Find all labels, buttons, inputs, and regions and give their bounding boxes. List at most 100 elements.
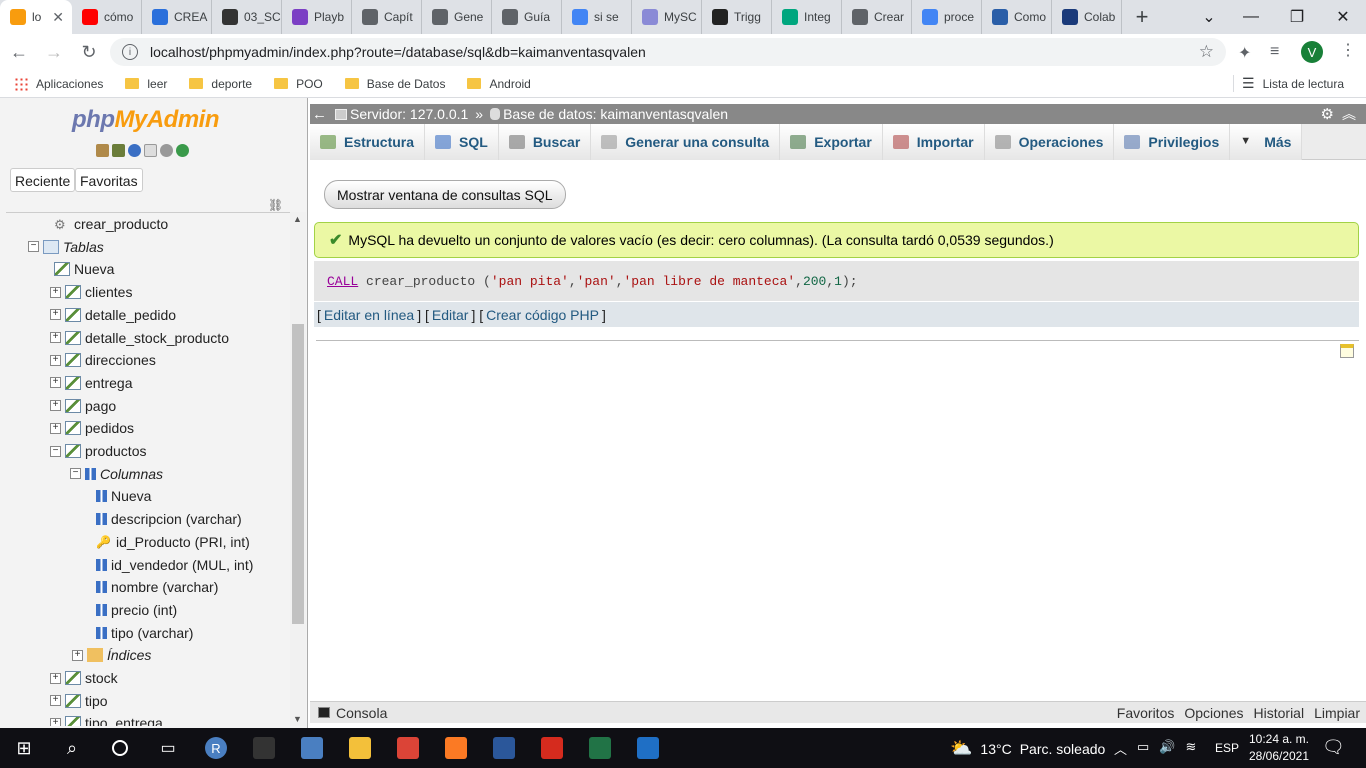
- settings-gear-icon[interactable]: ⚙: [1321, 105, 1334, 123]
- expand-icon[interactable]: +: [50, 354, 61, 366]
- reading-list[interactable]: ☰ Lista de lectura: [1233, 75, 1344, 92]
- tree-item[interactable]: + Índices: [72, 645, 151, 665]
- expand-icon[interactable]: +: [50, 422, 61, 434]
- browser-tab[interactable]: lo ✕: [0, 0, 72, 34]
- browser-tab[interactable]: Integ: [772, 0, 842, 34]
- system-tray[interactable]: ︿ ▭ 🔊 ≋: [1114, 739, 1196, 758]
- tree-item[interactable]: Nueva: [96, 486, 151, 506]
- edit-inline-link[interactable]: Editar en línea: [324, 307, 414, 323]
- browser-tab[interactable]: proce: [912, 0, 982, 34]
- tree-item[interactable]: + tipo_entrega: [50, 713, 163, 726]
- tree-item[interactable]: precio (int): [96, 600, 177, 620]
- expand-icon[interactable]: +: [50, 377, 61, 389]
- settings-icon[interactable]: [160, 144, 173, 157]
- language-indicator[interactable]: ESP: [1215, 741, 1239, 755]
- tree-item[interactable]: + pago: [50, 396, 116, 416]
- tree-item[interactable]: − Tablas: [28, 237, 104, 257]
- taskbar-app-excel-icon[interactable]: [576, 728, 624, 768]
- task-view-icon[interactable]: ▭: [144, 728, 192, 768]
- tree-item[interactable]: + stock: [50, 668, 118, 688]
- browser-tab[interactable]: Capít: [352, 0, 422, 34]
- tree-item[interactable]: + pedidos: [50, 418, 134, 438]
- home-icon[interactable]: [96, 144, 109, 157]
- browser-tab[interactable]: Trigg: [702, 0, 772, 34]
- help-icon[interactable]: [128, 144, 141, 157]
- expand-icon[interactable]: +: [50, 286, 61, 298]
- console-label[interactable]: Consola: [336, 705, 387, 721]
- start-icon[interactable]: ⊞: [0, 728, 48, 768]
- browser-tab[interactable]: MySC: [632, 0, 702, 34]
- link-icon[interactable]: ⛓: [268, 198, 283, 212]
- site-info-icon[interactable]: i: [122, 44, 138, 60]
- taskbar-app-r-icon[interactable]: R: [192, 728, 240, 768]
- browser-tab[interactable]: Guía: [492, 0, 562, 34]
- wifi-icon[interactable]: ≋: [1186, 739, 1197, 758]
- bookmark-leer[interactable]: leer: [125, 77, 167, 91]
- bookmark-base-de-datos[interactable]: Base de Datos: [344, 77, 445, 91]
- menu-icon[interactable]: ⋮: [1340, 40, 1356, 60]
- tree-item[interactable]: 🔑 id_Producto (PRI, int): [96, 532, 250, 552]
- browser-tab[interactable]: Playb: [282, 0, 352, 34]
- console-bar[interactable]: Consola Favoritos Opciones Historial Lim…: [310, 701, 1366, 723]
- taskbar-app-word-icon[interactable]: [480, 728, 528, 768]
- console-clear[interactable]: Limpiar: [1314, 705, 1360, 721]
- cortana-icon[interactable]: [96, 728, 144, 768]
- taskbar-app-acrobat-icon[interactable]: [528, 728, 576, 768]
- browser-tab[interactable]: cómo: [72, 0, 142, 34]
- reload-icon[interactable]: ↻: [73, 36, 105, 68]
- console-history[interactable]: Historial: [1254, 705, 1305, 721]
- tab-exportar[interactable]: Exportar: [780, 124, 883, 160]
- taskbar-app-vs-icon[interactable]: [624, 728, 672, 768]
- tree-item[interactable]: + entrega: [50, 373, 132, 393]
- collapse-icon[interactable]: −: [70, 468, 81, 480]
- search-icon[interactable]: ⌕: [48, 728, 96, 768]
- chevron-up-icon[interactable]: ︿: [1114, 739, 1127, 758]
- tree-item[interactable]: Nueva: [54, 259, 114, 279]
- media-icon[interactable]: ≡: [1270, 43, 1279, 61]
- close-window-icon[interactable]: ✕: [1320, 0, 1366, 34]
- console-favorites[interactable]: Favoritos: [1117, 705, 1175, 721]
- tree-item[interactable]: descripcion (varchar): [96, 509, 242, 529]
- tree-item[interactable]: + direcciones: [50, 350, 156, 370]
- refresh-icon[interactable]: [176, 144, 189, 157]
- maximize-icon[interactable]: ❐: [1274, 0, 1320, 34]
- tab-importar[interactable]: Importar: [882, 124, 985, 160]
- tree-item[interactable]: ⚙ crear_producto: [54, 214, 168, 234]
- collapse-up-icon[interactable]: ︽: [1342, 104, 1356, 124]
- tree-item[interactable]: tipo (varchar): [96, 623, 193, 643]
- url-input[interactable]: i localhost/phpmyadmin/index.php?route=/…: [110, 38, 1226, 66]
- docs-icon[interactable]: [144, 144, 157, 157]
- breadcrumb-database[interactable]: Base de datos: kaimanventasqvalen: [503, 106, 728, 122]
- collapse-arrow-icon[interactable]: ←: [312, 106, 327, 123]
- expand-icon[interactable]: +: [50, 672, 61, 684]
- browser-tab[interactable]: Como: [982, 0, 1052, 34]
- taskbar-app-xampp-icon[interactable]: [432, 728, 480, 768]
- show-sql-window-button[interactable]: Mostrar ventana de consultas SQL: [324, 180, 566, 209]
- tree-item[interactable]: + detalle_pedido: [50, 305, 176, 325]
- tree-item[interactable]: + clientes: [50, 282, 132, 302]
- tree-item[interactable]: + tipo: [50, 691, 108, 711]
- bookmark-apps[interactable]: Aplicaciones: [14, 76, 103, 91]
- tab-estructura[interactable]: Estructura: [310, 124, 426, 160]
- sql-keyword[interactable]: CALL: [327, 274, 358, 289]
- tab-generar-una-consulta[interactable]: Generar una consulta: [591, 124, 781, 160]
- expand-icon[interactable]: +: [72, 649, 83, 661]
- favorites-button[interactable]: Favoritas: [75, 168, 143, 192]
- tree-item[interactable]: id_vendedor (MUL, int): [96, 555, 253, 575]
- bookmark-star-icon[interactable]: ☆: [1199, 42, 1214, 62]
- forward-icon[interactable]: →: [38, 36, 70, 68]
- expand-icon[interactable]: +: [50, 400, 61, 412]
- recent-button[interactable]: Reciente: [10, 168, 76, 192]
- tab-search-icon[interactable]: ⌄: [1186, 0, 1232, 34]
- bookmark-poo[interactable]: POO: [274, 77, 323, 91]
- tab-privilegios[interactable]: Privilegios: [1114, 124, 1231, 160]
- weather-widget[interactable]: ⛅ 13°C Parc. soleado: [950, 738, 1105, 759]
- expand-icon[interactable]: +: [50, 309, 61, 321]
- scrollbar-thumb[interactable]: [292, 324, 304, 624]
- new-tab-button[interactable]: +: [1122, 0, 1162, 34]
- logout-icon[interactable]: [112, 144, 125, 157]
- tree-item[interactable]: − Columnas: [70, 464, 163, 484]
- taskbar-app-chrome-icon[interactable]: [384, 728, 432, 768]
- back-icon[interactable]: ←: [3, 36, 35, 68]
- taskbar-app-cmd-icon[interactable]: [240, 728, 288, 768]
